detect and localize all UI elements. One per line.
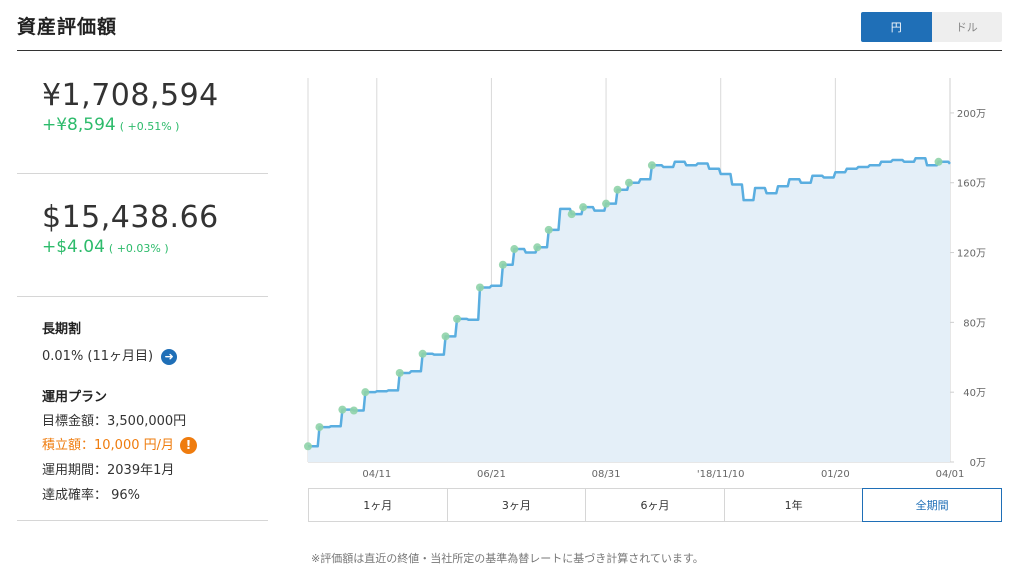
data-point-marker [304, 442, 312, 451]
data-point-marker [510, 245, 519, 254]
arrow-right-icon[interactable]: ➜ [161, 348, 178, 365]
usd-delta-pct: ( +0.03% ) [108, 242, 169, 255]
currency-toggle[interactable]: 円 ドル [861, 12, 1002, 42]
exclamation-icon[interactable]: ! [180, 437, 197, 454]
y-tick-label: 120万 [957, 249, 986, 260]
usd-summary: $15,438.66 +$4.04( +0.03% ) [42, 200, 219, 257]
data-point-marker [315, 423, 324, 432]
x-tick-label: 04/11 [362, 469, 391, 480]
period-all-button[interactable]: 全期間 [862, 488, 1002, 522]
period-3m-button[interactable]: 3ヶ月 [447, 489, 587, 521]
data-point-marker [441, 332, 450, 341]
data-point-marker [934, 157, 943, 166]
jpy-value: ¥1,708,594 [42, 78, 219, 113]
jpy-summary: ¥1,708,594 +¥8,594( +0.51% ) [42, 78, 219, 135]
usd-delta-amount: +$4.04 [42, 237, 105, 257]
y-tick-label: 200万 [957, 109, 986, 120]
data-point-marker [361, 388, 370, 397]
data-point-marker [498, 260, 507, 269]
plan-period: 運用期間：2039年1月 [42, 463, 175, 478]
series-area [308, 158, 950, 463]
jpy-delta-amount: +¥8,594 [42, 115, 116, 135]
x-tick-label: 01/20 [821, 469, 850, 480]
data-point-marker [647, 161, 656, 170]
period-1y-button[interactable]: 1年 [724, 489, 864, 521]
currency-usd-button[interactable]: ドル [931, 12, 1002, 42]
data-point-marker [338, 405, 347, 414]
data-point-marker [453, 314, 462, 323]
plan-contribution: 積立額：10,000 円/月 [42, 438, 174, 453]
y-tick-label: 0万 [970, 458, 986, 469]
data-point-marker [533, 243, 542, 252]
data-point-marker [544, 225, 553, 234]
plan-probability: 達成確率： 96% [42, 488, 141, 503]
x-tick-label: 06/21 [477, 469, 506, 480]
long-term-value: 0.01% (11ヶ月目) [42, 349, 154, 364]
asset-chart-svg: 0万 40万 80万 120万 160万 200万 04/11 06/21 08/31 '18/1… [304, 78, 986, 480]
asset-chart: 0万 40万 80万 120万 160万 200万 04/11 06/21 08/31 '18/1… [300, 70, 1024, 480]
data-point-marker [475, 283, 484, 292]
plan-label: 運用プラン [42, 390, 108, 405]
footnote: ※評価額は直近の終値・当社所定の基準為替レートに基づき計算されています。 [311, 552, 704, 565]
x-tick-label: '18/11/10 [697, 469, 745, 480]
x-tick-label: 04/01 [936, 469, 965, 480]
divider [17, 173, 268, 174]
period-selector: 1ヶ月 3ヶ月 6ヶ月 1年 全期間 [308, 488, 1002, 522]
y-tick-label: 160万 [957, 179, 986, 190]
divider [17, 520, 268, 521]
data-point-marker [625, 178, 633, 187]
jpy-delta-pct: ( +0.51% ) [119, 120, 180, 133]
data-point-marker [602, 199, 611, 208]
plan-contribution-row: 積立額：10,000 円/月! [42, 434, 197, 454]
data-point-marker [579, 203, 588, 212]
page-title: 資産評価額 [17, 16, 118, 38]
plan-target: 目標金額：3,500,000円 [42, 414, 187, 429]
y-tick-label: 80万 [963, 318, 986, 329]
usd-delta: +$4.04( +0.03% ) [42, 237, 219, 257]
long-term-value-row: 0.01% (11ヶ月目) ➜ [42, 345, 178, 365]
x-tick-label: 08/31 [592, 469, 621, 480]
long-term-label: 長期割 [42, 322, 82, 337]
title-divider [17, 50, 1002, 51]
period-1m-button[interactable]: 1ヶ月 [309, 489, 448, 521]
divider [17, 296, 268, 297]
data-point-marker [613, 185, 622, 194]
usd-value: $15,438.66 [42, 200, 219, 235]
currency-jpy-button[interactable]: 円 [861, 12, 932, 42]
period-6m-button[interactable]: 6ヶ月 [586, 489, 725, 521]
jpy-delta: +¥8,594( +0.51% ) [42, 115, 219, 135]
data-point-marker [349, 406, 358, 415]
data-point-marker [567, 210, 576, 219]
data-point-marker [395, 368, 404, 377]
y-tick-label: 40万 [963, 388, 986, 399]
data-point-marker [418, 349, 427, 358]
